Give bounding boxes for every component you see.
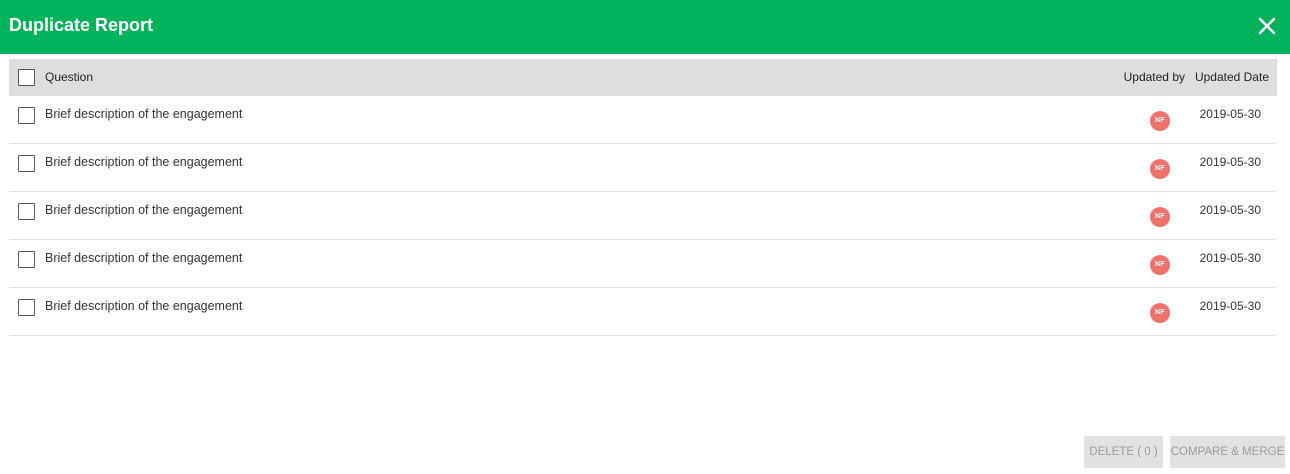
avatar: NF <box>1150 159 1170 179</box>
row-date: 2019-05-30 <box>1199 155 1261 169</box>
avatar: NF <box>1150 111 1170 131</box>
close-icon[interactable] <box>1256 15 1278 37</box>
row-checkbox[interactable] <box>18 107 35 124</box>
row-checkbox[interactable] <box>18 155 35 172</box>
row-date: 2019-05-30 <box>1199 299 1261 313</box>
column-header-updated-by[interactable]: Updated by <box>1124 70 1185 84</box>
row-checkbox[interactable] <box>18 251 35 268</box>
table-row[interactable]: Brief description of the engagement NF 2… <box>9 288 1277 336</box>
table-header: Question Updated by Updated Date <box>9 59 1277 96</box>
table-row[interactable]: Brief description of the engagement NF 2… <box>9 96 1277 144</box>
dialog-header: Duplicate Report <box>0 0 1290 54</box>
avatar: NF <box>1150 303 1170 323</box>
row-checkbox[interactable] <box>18 299 35 316</box>
row-question: Brief description of the engagement <box>45 299 243 313</box>
row-date: 2019-05-30 <box>1199 251 1261 265</box>
row-question: Brief description of the engagement <box>45 107 243 121</box>
table-row[interactable]: Brief description of the engagement NF 2… <box>9 144 1277 192</box>
duplicate-table: Question Updated by Updated Date Brief d… <box>9 59 1277 336</box>
dialog-title: Duplicate Report <box>9 15 154 35</box>
column-header-question[interactable]: Question <box>45 70 93 84</box>
avatar: NF <box>1150 255 1170 275</box>
row-question: Brief description of the engagement <box>45 155 243 169</box>
avatar: NF <box>1150 207 1170 227</box>
row-question: Brief description of the engagement <box>45 251 243 265</box>
row-checkbox[interactable] <box>18 203 35 220</box>
column-header-updated-date[interactable]: Updated Date <box>1195 70 1269 84</box>
table-row[interactable]: Brief description of the engagement NF 2… <box>9 240 1277 288</box>
compare-merge-button[interactable]: COMPARE & MERGE <box>1170 436 1285 468</box>
row-date: 2019-05-30 <box>1199 203 1261 217</box>
delete-button[interactable]: DELETE ( 0 ) <box>1084 436 1163 468</box>
select-all-checkbox[interactable] <box>18 69 35 86</box>
row-date: 2019-05-30 <box>1199 107 1261 121</box>
row-question: Brief description of the engagement <box>45 203 243 217</box>
table-row[interactable]: Brief description of the engagement NF 2… <box>9 192 1277 240</box>
